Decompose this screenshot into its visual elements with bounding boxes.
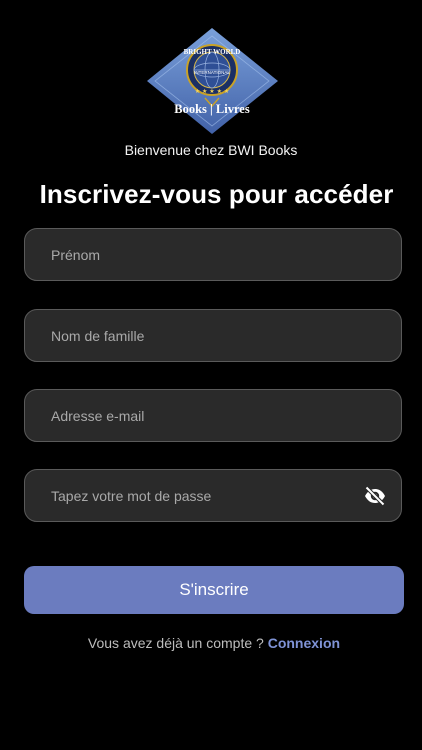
eye-off-icon[interactable] [363, 484, 387, 508]
login-prompt: Vous avez déjà un compte ? Connexion [0, 635, 422, 651]
email-input[interactable] [51, 390, 351, 441]
page-title: Inscrivez-vous pour accéder [39, 179, 394, 209]
password-field[interactable] [24, 469, 402, 522]
last-name-field[interactable] [24, 309, 402, 362]
first-name-field[interactable] [24, 228, 402, 281]
app-logo: BRIGHT WORLD INTERNATIONAL ★ ★ ★ ★ ★ Boo… [145, 28, 280, 134]
welcome-text: Bienvenue chez BWI Books [124, 142, 298, 158]
first-name-input[interactable] [51, 229, 351, 280]
login-link[interactable]: Connexion [268, 635, 340, 651]
bwi-logo-graphic: BRIGHT WORLD INTERNATIONAL ★ ★ ★ ★ ★ Boo… [147, 28, 278, 134]
email-field[interactable] [24, 389, 402, 442]
login-prompt-text: Vous avez déjà un compte ? [87, 635, 268, 651]
logo-middle-text: INTERNATIONAL [194, 70, 230, 75]
svg-text:★ ★ ★ ★ ★: ★ ★ ★ ★ ★ [195, 88, 230, 95]
password-input[interactable] [51, 470, 351, 521]
logo-top-text: BRIGHT WORLD [184, 48, 241, 56]
last-name-input[interactable] [51, 310, 351, 361]
signup-button[interactable]: S'inscrire [24, 566, 404, 614]
logo-bottom-text: Books | Livres [174, 102, 250, 116]
